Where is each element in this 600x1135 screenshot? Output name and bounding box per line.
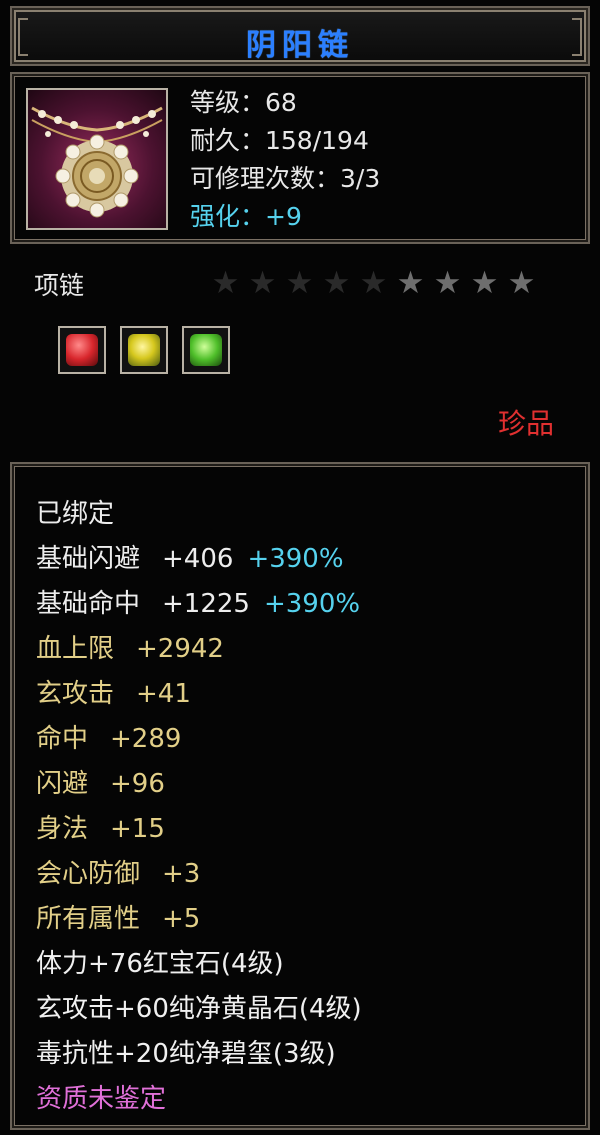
- attribute-panel: 已绑定 基础闪避 +406 +390% 基础命中 +1225 +390% 血上限 +294…: [10, 462, 590, 1130]
- repair-count-text: 可修理次数：3/3: [190, 164, 381, 193]
- item-header: 等级：68 耐久：158/194 可修理次数：3/3 强化：+9: [10, 72, 590, 244]
- attribute-name: 基础闪避: [36, 544, 141, 574]
- attribute-list: 已绑定 基础闪避 +406 +390% 基础命中 +1225 +390% 血上限 +294…: [36, 492, 362, 1122]
- attribute-name: 身法: [36, 814, 89, 844]
- attribute-row: 血上限 +2942: [36, 627, 362, 672]
- quality-status: 资质未鉴定: [36, 1084, 167, 1114]
- attribute-row: 基础命中 +1225 +390%: [36, 582, 362, 627]
- attribute-value: +1225: [162, 589, 250, 619]
- star-icon: ★: [396, 265, 427, 301]
- item-tooltip: 阴阳链 等级：68 耐久：158/194 可修理次数：3/3 强化：+9 项链 …: [0, 0, 600, 1135]
- title-bar: 阴阳链: [10, 6, 590, 66]
- attribute-row: 所有属性 +5: [36, 897, 362, 942]
- attribute-row: 会心防御 +3: [36, 852, 362, 897]
- attribute-row: 基础闪避 +406 +390%: [36, 537, 362, 582]
- attribute-name: 所有属性: [36, 904, 141, 934]
- level-text: 等级：68: [190, 88, 297, 117]
- attribute-percent: +390%: [247, 544, 344, 574]
- attribute-percent: +390%: [263, 589, 361, 619]
- star-icon: ★: [359, 265, 390, 301]
- necklace-icon: [26, 88, 168, 230]
- item-name: 阴阳链: [246, 28, 354, 63]
- star-icon: ★: [211, 265, 242, 301]
- attribute-value: +3: [162, 859, 201, 889]
- yellow-gem-icon[interactable]: [120, 326, 168, 374]
- red-gem-icon[interactable]: [58, 326, 106, 374]
- attribute-value: +289: [110, 724, 182, 754]
- attribute-value: +5: [162, 904, 201, 934]
- durability-text: 耐久：158/194: [190, 126, 369, 155]
- attribute-name: 血上限: [36, 634, 115, 664]
- attribute-row: 玄攻击 +41: [36, 672, 362, 717]
- attribute-name: 闪避: [36, 769, 89, 799]
- attribute-name: 基础命中: [36, 589, 141, 619]
- rarity-label: 珍品: [497, 407, 554, 440]
- item-type: 项链: [34, 271, 85, 300]
- attribute-value: +41: [136, 679, 191, 709]
- attribute-value: +406: [162, 544, 234, 574]
- item-stats: 等级：68 耐久：158/194 可修理次数：3/3 强化：+9: [190, 84, 380, 236]
- gem-attribute-row: 毒抗性+20纯净碧玺(3级): [36, 1039, 336, 1069]
- attribute-value: +2942: [136, 634, 224, 664]
- star-icon: ★: [248, 265, 279, 301]
- green-gem-icon[interactable]: [182, 326, 230, 374]
- star-icon: ★: [322, 265, 353, 301]
- attribute-name: 会心防御: [36, 859, 141, 889]
- gem-attribute-row: 体力+76红宝石(4级): [36, 949, 284, 979]
- star-icon: ★: [433, 265, 464, 301]
- attribute-name: 玄攻击: [36, 679, 115, 709]
- gem-attribute-row: 玄攻击+60纯净黄晶石(4级): [36, 994, 362, 1024]
- attribute-row: 命中 +289: [36, 717, 362, 762]
- enhance-text: 强化：+9: [190, 202, 302, 231]
- star-rating: ★ ★ ★ ★ ★ ★ ★ ★ ★: [208, 265, 541, 301]
- star-icon: ★: [470, 265, 501, 301]
- star-icon: ★: [285, 265, 316, 301]
- bound-status: 已绑定: [36, 499, 115, 529]
- attribute-name: 命中: [36, 724, 89, 754]
- attribute-value: +15: [110, 814, 165, 844]
- attribute-row: 闪避 +96: [36, 762, 362, 807]
- attribute-value: +96: [110, 769, 165, 799]
- star-icon: ★: [507, 265, 538, 301]
- attribute-row: 身法 +15: [36, 807, 362, 852]
